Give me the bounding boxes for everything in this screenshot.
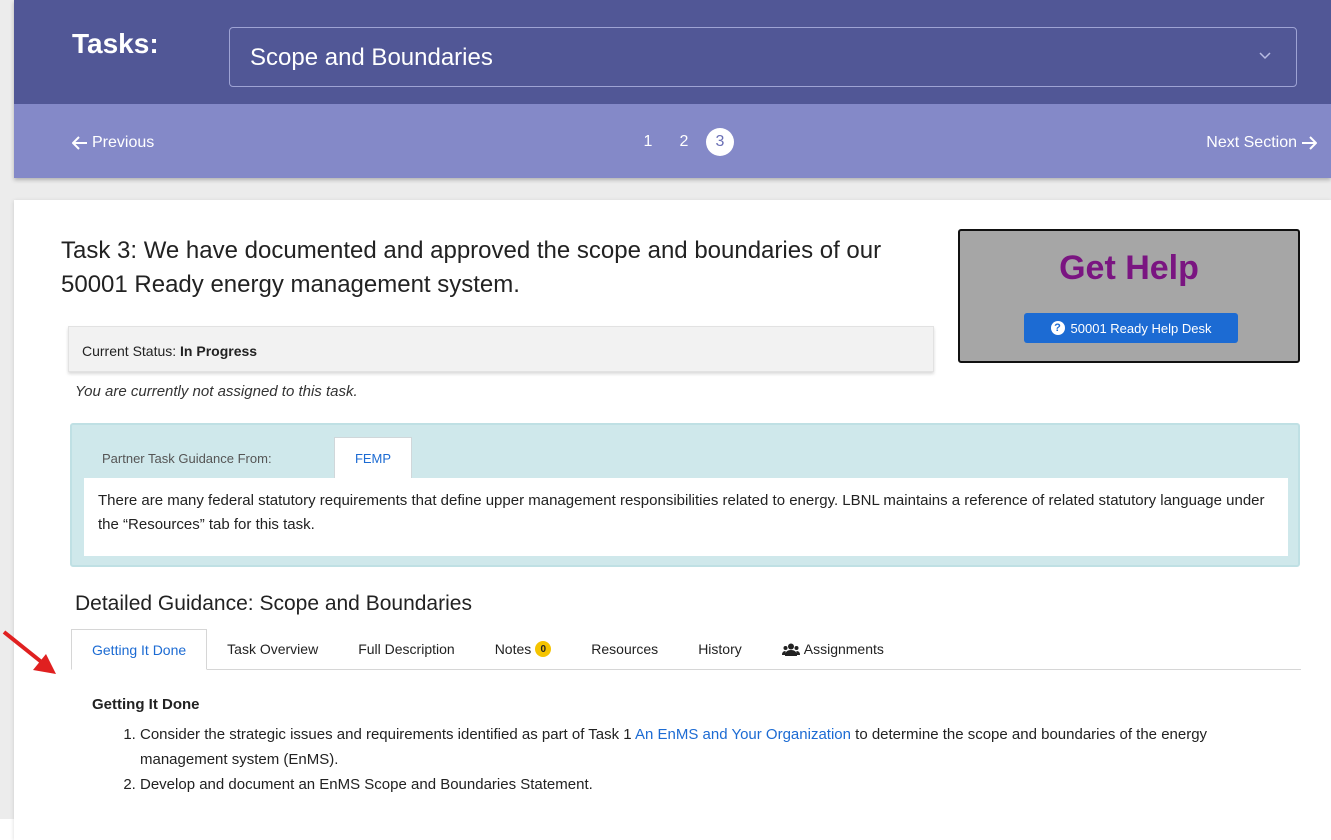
arrow-left-icon bbox=[72, 136, 87, 150]
tab-full-description[interactable]: Full Description bbox=[338, 629, 474, 669]
page-numbers: 1 2 3 bbox=[634, 128, 734, 156]
page-2-button[interactable]: 2 bbox=[670, 128, 698, 156]
red-arrow-annotation bbox=[2, 630, 56, 674]
status-label: Current Status: bbox=[82, 343, 177, 359]
page-1-button[interactable]: 1 bbox=[634, 128, 662, 156]
next-section-button[interactable]: Next Section bbox=[1206, 134, 1317, 152]
previous-button[interactable]: Previous bbox=[72, 134, 154, 152]
tab-resources[interactable]: Resources bbox=[571, 629, 678, 669]
task-content-card: Task 3: We have documented and approved … bbox=[14, 200, 1331, 840]
selected-task-text: Scope and Boundaries bbox=[250, 44, 493, 71]
task-title: Task 3: We have documented and approved … bbox=[61, 237, 882, 298]
partner-guidance-text: There are many federal statutory require… bbox=[84, 478, 1288, 556]
users-icon bbox=[781, 643, 800, 656]
assignment-note: You are currently not assigned to this t… bbox=[75, 383, 358, 400]
chevron-down-icon bbox=[1259, 52, 1271, 60]
detailed-guidance-heading: Detailed Guidance: Scope and Boundaries bbox=[75, 592, 472, 615]
get-help-box: Get Help ? 50001 Ready Help Desk bbox=[958, 229, 1300, 363]
help-desk-button[interactable]: ? 50001 Ready Help Desk bbox=[1024, 313, 1238, 343]
partner-guidance-label: Partner Task Guidance From: bbox=[102, 451, 272, 466]
tasks-label: Tasks: bbox=[72, 28, 159, 59]
enms-organization-link[interactable]: An EnMS and Your Organization bbox=[635, 726, 851, 743]
tab-history[interactable]: History bbox=[678, 629, 762, 669]
getting-it-done-title: Getting It Done bbox=[92, 696, 200, 713]
next-section-label: Next Section bbox=[1206, 134, 1297, 151]
list-item: Consider the strategic issues and requir… bbox=[140, 722, 1292, 772]
tab-assignments-label: Assignments bbox=[803, 641, 884, 657]
tab-getting-it-done[interactable]: Getting It Done bbox=[71, 629, 208, 670]
page-3-button[interactable]: 3 bbox=[706, 128, 734, 156]
partner-guidance-box: Partner Task Guidance From: FEMP There a… bbox=[70, 423, 1300, 567]
current-status-box: Current Status: In Progress bbox=[68, 326, 934, 372]
help-desk-label: 50001 Ready Help Desk bbox=[1070, 320, 1212, 336]
list-item: Develop and document an EnMS Scope and B… bbox=[140, 772, 1292, 797]
pager-bar: Previous 1 2 3 Next Section bbox=[14, 104, 1331, 178]
task-select-dropdown[interactable]: Scope and Boundaries bbox=[229, 27, 1297, 87]
previous-label: Previous bbox=[92, 134, 155, 151]
status-text: Current Status: In Progress bbox=[82, 343, 257, 359]
notes-count-badge: 0 bbox=[535, 641, 552, 657]
tab-assignments[interactable]: Assignments bbox=[762, 629, 904, 669]
arrow-right-icon bbox=[1302, 136, 1317, 150]
partner-tab-femp[interactable]: FEMP bbox=[334, 437, 412, 479]
question-circle-icon: ? bbox=[1050, 321, 1065, 335]
guidance-tabs: Getting It Done Task Overview Full Descr… bbox=[71, 629, 1301, 670]
tab-notes[interactable]: Notes 0 bbox=[475, 629, 572, 669]
steps-list: Consider the strategic issues and requir… bbox=[122, 722, 1292, 797]
tab-notes-label: Notes bbox=[494, 641, 532, 657]
task-header: Tasks: Scope and Boundaries Previous 1 2… bbox=[14, 0, 1331, 178]
get-help-title: Get Help bbox=[1059, 249, 1199, 287]
status-value: In Progress bbox=[180, 343, 258, 359]
task-bar: Tasks: Scope and Boundaries bbox=[14, 0, 1331, 104]
tab-task-overview[interactable]: Task Overview bbox=[207, 629, 338, 669]
